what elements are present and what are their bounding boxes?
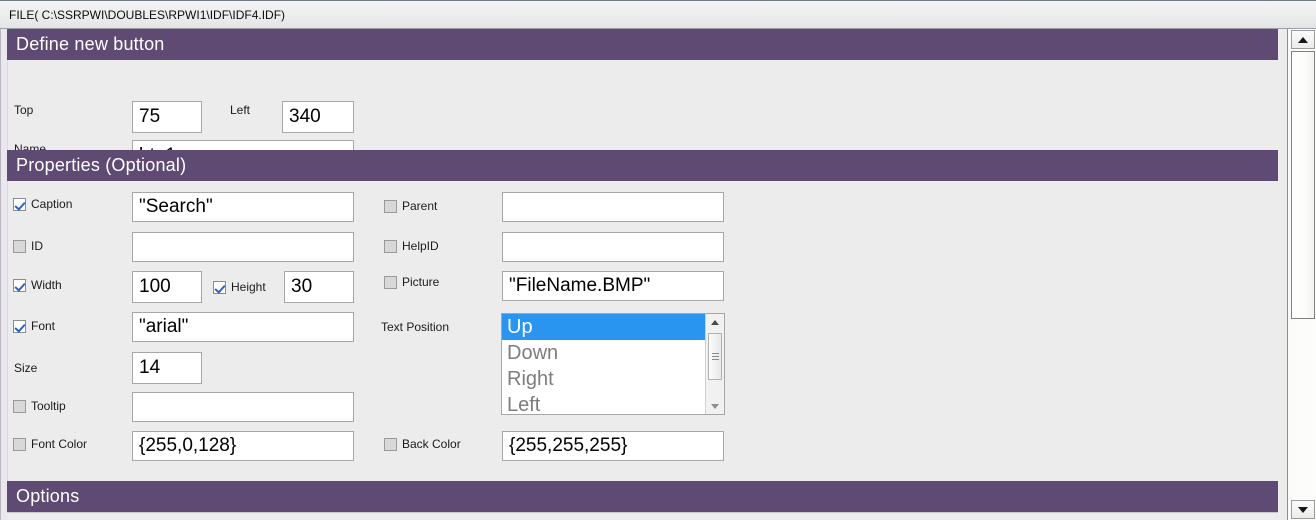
section-header-properties: Properties (Optional) xyxy=(7,150,1278,181)
window-scroll-up-arrow-icon[interactable] xyxy=(1291,30,1315,49)
scroll-up-arrow-icon[interactable] xyxy=(706,314,724,330)
caption-checkbox-group[interactable]: Caption xyxy=(13,198,72,211)
parent-label: Parent xyxy=(402,199,438,213)
window-vertical-scrollbar[interactable] xyxy=(1287,29,1316,520)
tooltip-checkbox[interactable] xyxy=(13,400,26,413)
helpid-input[interactable] xyxy=(502,232,724,262)
height-input[interactable] xyxy=(284,271,354,303)
back-color-label: Back Color xyxy=(402,437,461,451)
font-color-input[interactable] xyxy=(132,431,354,461)
id-label: ID xyxy=(31,239,43,253)
parent-input[interactable] xyxy=(502,192,724,222)
window-scroll-down-arrow-icon[interactable] xyxy=(1291,500,1315,519)
left-input[interactable] xyxy=(282,101,354,133)
text-position-scrollbar[interactable] xyxy=(705,314,724,414)
left-label: Left xyxy=(230,103,251,117)
section-header-define-label: Define new button xyxy=(16,34,165,54)
top-input[interactable] xyxy=(132,101,202,133)
back-color-input[interactable] xyxy=(502,431,724,461)
height-label: Height xyxy=(231,280,266,294)
width-input[interactable] xyxy=(132,271,202,303)
font-checkbox[interactable] xyxy=(13,320,26,333)
window-titlebar: FILE( C:\SSRPWI\DOUBLES\RPWI1\IDF\IDF4.I… xyxy=(0,0,1316,29)
top-label: Top xyxy=(14,103,34,117)
application-window: FILE( C:\SSRPWI\DOUBLES\RPWI1\IDF\IDF4.I… xyxy=(0,0,1316,520)
panel-bottom-filler xyxy=(7,512,1278,520)
back-color-checkbox-group[interactable]: Back Color xyxy=(384,438,461,451)
font-color-label: Font Color xyxy=(31,437,88,451)
scrollbar-thumb[interactable] xyxy=(708,333,722,380)
font-color-checkbox-group[interactable]: Font Color xyxy=(13,438,87,451)
section-header-properties-label: Properties (Optional) xyxy=(16,155,187,175)
text-position-option-left[interactable]: Left xyxy=(502,392,705,414)
id-checkbox[interactable] xyxy=(13,240,26,253)
caption-input[interactable] xyxy=(132,192,354,222)
parent-checkbox-group[interactable]: Parent xyxy=(384,200,437,213)
form-content-panel: Define new button Top Left Name Properti… xyxy=(0,29,1287,520)
text-position-option-up[interactable]: Up xyxy=(502,314,705,340)
width-label: Width xyxy=(31,278,62,292)
picture-checkbox[interactable] xyxy=(384,276,397,289)
back-color-checkbox[interactable] xyxy=(384,438,397,451)
id-input[interactable] xyxy=(132,232,354,262)
text-position-option-right[interactable]: Right xyxy=(502,366,705,392)
tooltip-input[interactable] xyxy=(132,392,354,422)
text-position-label: Text Position xyxy=(381,320,450,334)
helpid-checkbox[interactable] xyxy=(384,240,397,253)
helpid-checkbox-group[interactable]: HelpID xyxy=(384,240,439,253)
parent-checkbox[interactable] xyxy=(384,200,397,213)
left-accent-strip xyxy=(1,29,8,520)
text-position-listbox[interactable]: Up Down Right Left xyxy=(501,313,725,415)
section-header-define-new-button: Define new button xyxy=(7,29,1278,60)
tooltip-checkbox-group[interactable]: Tooltip xyxy=(13,400,66,413)
width-checkbox-group[interactable]: Width xyxy=(13,279,62,292)
height-checkbox[interactable] xyxy=(213,281,226,294)
font-label: Font xyxy=(31,319,56,333)
font-color-checkbox[interactable] xyxy=(13,438,26,451)
picture-checkbox-group[interactable]: Picture xyxy=(384,276,439,289)
caption-checkbox[interactable] xyxy=(13,198,26,211)
window-scrollbar-thumb[interactable] xyxy=(1291,51,1315,319)
caption-label: Caption xyxy=(31,197,73,211)
text-position-option-down[interactable]: Down xyxy=(502,340,705,366)
font-input[interactable] xyxy=(132,312,354,342)
picture-input[interactable] xyxy=(502,271,724,301)
text-position-options: Up Down Right Left xyxy=(502,314,705,414)
width-checkbox[interactable] xyxy=(13,279,26,292)
scroll-down-arrow-icon[interactable] xyxy=(706,398,724,414)
font-checkbox-group[interactable]: Font xyxy=(13,320,55,333)
size-input[interactable] xyxy=(132,352,202,384)
helpid-label: HelpID xyxy=(402,239,439,253)
file-path-label: FILE( C:\SSRPWI\DOUBLES\RPWI1\IDF\IDF4.I… xyxy=(9,7,286,22)
height-checkbox-group[interactable]: Height xyxy=(213,281,266,294)
scrollbar-grip-icon xyxy=(712,352,719,361)
section-header-options-label: Options xyxy=(16,486,80,506)
picture-label: Picture xyxy=(402,275,440,289)
section-header-options: Options xyxy=(7,481,1278,512)
size-label: Size xyxy=(14,361,38,375)
tooltip-label: Tooltip xyxy=(31,399,66,413)
id-checkbox-group[interactable]: ID xyxy=(13,240,43,253)
